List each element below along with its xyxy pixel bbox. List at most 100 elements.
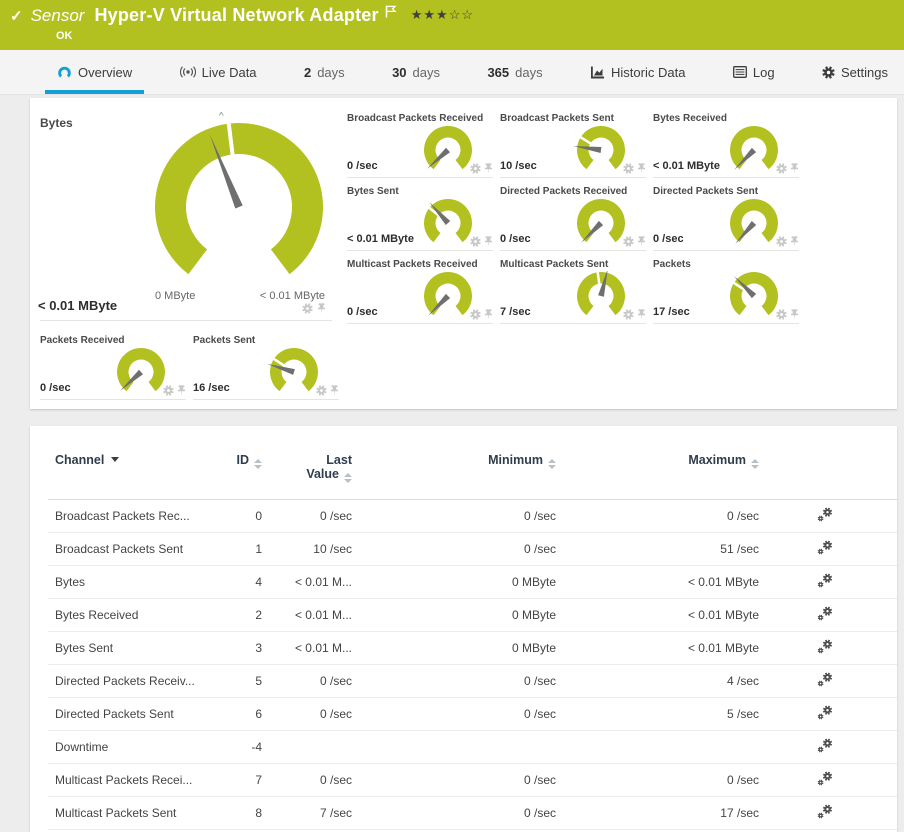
channel-actions-cell	[759, 631, 897, 665]
channel-gauge-widget[interactable]: Packets Received 0 /sec	[40, 334, 186, 400]
pin-icon[interactable]	[330, 385, 339, 396]
object-kind-label: Sensor	[30, 6, 85, 25]
sort-down-icon	[548, 465, 556, 469]
pin-icon[interactable]	[484, 309, 493, 320]
pin-icon[interactable]	[484, 163, 493, 174]
channel-gauge-widget[interactable]: Packets 17 /sec	[653, 258, 799, 324]
gear-icon[interactable]	[822, 65, 835, 79]
pin-icon[interactable]	[637, 163, 646, 174]
channel-id-cell: 5	[200, 664, 262, 698]
tab-log[interactable]: Log	[721, 50, 787, 94]
channel-settings-button[interactable]	[817, 606, 834, 624]
gear-icon[interactable]	[470, 236, 481, 247]
channel-actions-cell	[759, 664, 897, 698]
gear-icon[interactable]	[470, 309, 481, 320]
channel-gauge-widget[interactable]: Multicast Packets Sent 7 /sec	[500, 258, 646, 324]
column-header-minimum[interactable]: Minimum	[352, 426, 556, 500]
bytes-gauge[interactable]: x̄	[152, 112, 327, 302]
channel-gauge-title: Broadcast Packets Sent	[500, 113, 614, 124]
channel-gauge-actions	[776, 309, 799, 320]
tab-2-days[interactable]: 2 days	[292, 50, 357, 94]
gear-icon[interactable]	[302, 303, 313, 314]
channel-minimum-cell: 0 /sec	[352, 532, 556, 566]
pin-icon[interactable]	[317, 303, 326, 314]
channel-settings-icon	[817, 606, 833, 621]
column-header-id[interactable]: ID	[200, 426, 262, 500]
channel-row: Bytes Sent 3 < 0.01 M... 0 MByte < 0.01 MByt…	[48, 631, 897, 665]
pin-icon[interactable]	[484, 236, 493, 247]
tab-number: 30	[392, 64, 407, 80]
column-header-channel[interactable]: Channel	[48, 426, 200, 500]
channel-gauge-widget[interactable]: Packets Sent 16 /sec	[193, 334, 339, 400]
pin-icon[interactable]	[790, 163, 799, 174]
column-header-label: ID	[236, 453, 250, 467]
column-header-label: Minimum	[488, 453, 543, 467]
channel-table-header-row: Channel ID Last Value Minimum Maximum	[48, 426, 897, 500]
sort-arrows-icon[interactable]	[254, 459, 262, 469]
gear-icon[interactable]	[623, 309, 634, 320]
channel-row: Bytes 4 < 0.01 M... 0 MByte < 0.01 MByte	[48, 565, 897, 599]
gear-icon[interactable]	[470, 163, 481, 174]
tab-settings[interactable]: Settings	[810, 50, 900, 94]
sort-arrows-icon[interactable]	[344, 473, 352, 483]
channel-settings-button[interactable]	[817, 738, 834, 756]
channel-settings-button[interactable]	[817, 771, 834, 789]
column-header-label: Last	[326, 453, 352, 467]
gear-icon[interactable]	[776, 236, 787, 247]
pin-icon[interactable]	[790, 236, 799, 247]
priority-stars[interactable]: ★★★☆☆	[411, 7, 474, 23]
pin-icon[interactable]	[177, 385, 186, 396]
gear-icon[interactable]	[316, 385, 327, 396]
gear-icon[interactable]	[623, 163, 634, 174]
pin-icon[interactable]	[637, 236, 646, 247]
tab-overview[interactable]: Overview	[45, 50, 145, 94]
tab-365-days[interactable]: 365 days	[475, 50, 554, 94]
gauges-panel: Bytes x̄ 0 MByte < 0.01 MByte < 0.01 MBy…	[30, 98, 897, 409]
tab-historic-data[interactable]: Historic Data	[578, 50, 697, 94]
tab-number: 365	[487, 64, 510, 80]
column-header-last-value[interactable]: Last Value	[262, 426, 352, 500]
channel-settings-button[interactable]	[817, 540, 834, 558]
channel-row: Broadcast Packets Sent 1 10 /sec 0 /sec 51 /…	[48, 532, 897, 566]
channel-gauge-widget[interactable]: Broadcast Packets Received 0 /sec	[347, 112, 493, 178]
channel-gauge-widget[interactable]: Multicast Packets Received 0 /sec	[347, 258, 493, 324]
gear-icon[interactable]	[776, 309, 787, 320]
channel-actions-cell	[759, 763, 897, 797]
channel-gauge-actions	[623, 236, 646, 247]
gear-icon[interactable]	[163, 385, 174, 396]
channel-gauge-widget[interactable]: Bytes Received < 0.01 MByte	[653, 112, 799, 178]
tab-label: days	[412, 64, 441, 80]
channel-settings-button[interactable]	[817, 639, 834, 657]
tab-30-days[interactable]: 30 days	[380, 50, 452, 94]
channel-row: Multicast Packets Recei... 7 0 /sec 0 /sec 0…	[48, 763, 897, 797]
channel-settings-button[interactable]	[817, 705, 834, 723]
column-header-maximum[interactable]: Maximum	[556, 426, 759, 500]
channel-settings-button[interactable]	[817, 804, 834, 822]
channel-settings-icon	[817, 705, 833, 720]
sort-arrows-icon[interactable]	[751, 459, 759, 469]
priority-flag-icon[interactable]	[385, 5, 397, 18]
channel-settings-button[interactable]	[817, 573, 834, 591]
pin-icon[interactable]	[790, 309, 799, 320]
channel-gauge-widget[interactable]: Bytes Sent < 0.01 MByte	[347, 185, 493, 251]
channel-last-value-cell: 0 /sec	[262, 763, 352, 797]
tab-label: Settings	[841, 64, 888, 80]
channel-minimum-cell: 0 /sec	[352, 499, 556, 533]
channel-maximum-cell: < 0.01 MByte	[556, 631, 759, 665]
gear-icon[interactable]	[623, 236, 634, 247]
channel-id-cell: 1	[200, 532, 262, 566]
channel-gauge-widget[interactable]: Directed Packets Received 0 /sec	[500, 185, 646, 251]
sort-arrows-icon[interactable]	[548, 459, 556, 469]
channel-settings-button[interactable]	[817, 672, 834, 690]
channel-settings-button[interactable]	[817, 507, 834, 525]
pin-icon[interactable]	[637, 309, 646, 320]
channel-actions-cell	[759, 598, 897, 632]
tab-live-data[interactable]: Live Data	[168, 50, 269, 94]
channel-gauge	[577, 271, 625, 316]
sensor-header: ✓ Sensor Hyper-V Virtual Network Adapter…	[0, 0, 904, 50]
channel-gauge-widget[interactable]: Directed Packets Sent 0 /sec	[653, 185, 799, 251]
gear-icon[interactable]	[776, 163, 787, 174]
channel-gauge-actions	[776, 163, 799, 174]
column-header-label: Maximum	[688, 453, 746, 467]
channel-gauge-widget[interactable]: Broadcast Packets Sent 10 /sec	[500, 112, 646, 178]
